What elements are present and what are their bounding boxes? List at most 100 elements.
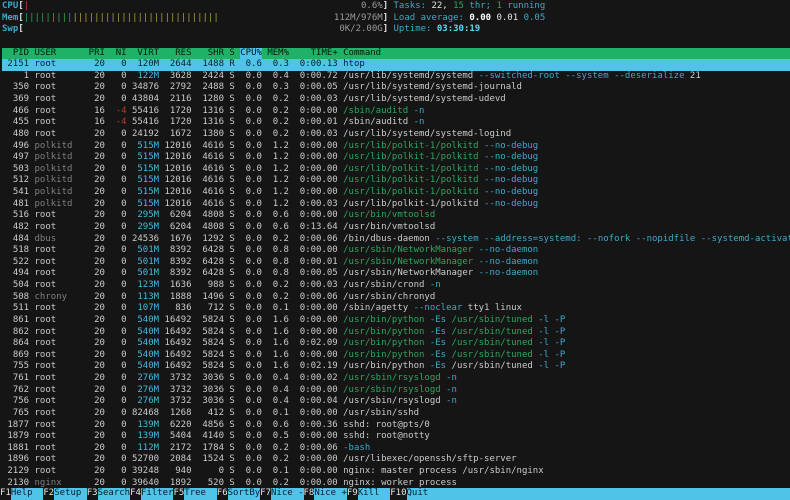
process-row[interactable]: 503 polkitd 20 0 515M 12016 4616 S 0.0 1.2 0:00.00… bbox=[2, 164, 790, 176]
column-header-virt[interactable]: VIRT bbox=[132, 48, 159, 60]
cell-res: 12016 bbox=[164, 163, 192, 174]
column-header-cmd[interactable]: Command bbox=[343, 48, 790, 60]
process-row[interactable]: 369 root 20 0 43804 2116 1280 S 0.0 0.2 0:00.03/us… bbox=[2, 94, 790, 106]
cell-command: /usr/lib/polkit-1/polkitd --no-debug bbox=[343, 175, 790, 187]
process-row[interactable]: 756 root 20 0 276M 3732 3036 S 0.0 0.4 0:00.04/usr… bbox=[2, 396, 790, 408]
cell-pri: 20 bbox=[94, 314, 105, 325]
cell-pri: 20 bbox=[94, 419, 105, 430]
process-row[interactable]: 494 root 20 0 501M 8392 6428 S 0.0 0.8 0:00.05/usr… bbox=[2, 268, 790, 280]
command-segment: -l -P bbox=[532, 349, 566, 360]
process-row[interactable]: 541 polkitd 20 0 515M 12016 4616 S 0.0 1.2 0:00.00… bbox=[2, 187, 790, 199]
process-row[interactable]: 2129 root 20 0 39248 940 0 S 0.0 0.1 0:00.00 nginx:… bbox=[2, 466, 790, 478]
column-header-s[interactable]: S bbox=[229, 48, 234, 60]
column-header-pid[interactable]: PID bbox=[2, 48, 29, 60]
cell-pid: 1896 bbox=[7, 454, 30, 465]
command-segment: /usr/bin/python bbox=[343, 314, 425, 325]
cell-shr: 5824 bbox=[202, 349, 225, 360]
cell-user: root bbox=[34, 396, 57, 407]
process-row[interactable]: 512 polkitd 20 0 515M 12016 4616 S 0.0 1.2 0:00.00… bbox=[2, 175, 790, 187]
cell-pri: 20 bbox=[94, 338, 105, 349]
fkey-label: Quit bbox=[406, 488, 429, 500]
cell-cpu: 0.0 bbox=[245, 152, 262, 163]
process-row[interactable]: 497 polkitd 20 0 515M 12016 4616 S 0.0 1.2 0:00.00… bbox=[2, 152, 790, 164]
fkey-setup[interactable]: F2 Setup bbox=[43, 488, 87, 500]
tasks-summary-text: thr; bbox=[463, 1, 497, 11]
process-row[interactable]: 1 root 20 0 122M 3628 2424 S 0.0 0.4 0:00.72/usr/l… bbox=[2, 71, 790, 83]
cell-user: root bbox=[34, 245, 57, 256]
cell-s: S bbox=[229, 128, 235, 139]
cell-pid: 508 bbox=[12, 291, 30, 302]
cell-command: /usr/bin/python -Es /usr/sbin/tuned -l -… bbox=[343, 315, 790, 327]
fkey-label: Tree bbox=[184, 488, 217, 500]
cell-res: 2116 bbox=[169, 94, 192, 104]
command-segment: nginx: master process /usr/sbin/nginx bbox=[343, 466, 544, 476]
process-row[interactable]: 755 root 20 0 540M 16492 5824 S 0.0 1.6 0:02.19/us… bbox=[2, 361, 790, 373]
cell-ni: 0 bbox=[121, 187, 127, 197]
column-header-res[interactable]: RES bbox=[164, 48, 191, 60]
fkey-filter[interactable]: F4 Filter bbox=[130, 488, 174, 500]
cell-command: /usr/sbin/sshd bbox=[343, 408, 790, 420]
process-row[interactable]: 1896 root 20 0 52700 2084 1524 S 0.0 0.2 0:00.00/u… bbox=[2, 454, 790, 466]
process-row[interactable]: 496 polkitd 20 0 515M 12016 4616 S 0.0 1.2 0:00.00… bbox=[2, 141, 790, 153]
process-row[interactable]: 765 root 20 0 82468 1268 412 S 0.0 0.1 0:00.00/usr… bbox=[2, 408, 790, 420]
process-row[interactable]: 864 root 20 0 540M 16492 5824 S 0.0 1.6 0:02.09/us… bbox=[2, 338, 790, 350]
fkey-nice-[interactable]: F7 Nice - bbox=[260, 488, 304, 500]
column-header-time[interactable]: TIME+ bbox=[294, 48, 338, 60]
fkey-kill[interactable]: F9 Kill bbox=[346, 488, 391, 500]
process-row[interactable]: 1881 root 20 0 112M 2172 1784 S 0.0 0.2 0:00.06 -ba… bbox=[2, 443, 790, 455]
process-row[interactable]: 869 root 20 0 540M 16492 5824 S 0.0 1.6 0:00.00/us… bbox=[2, 350, 790, 362]
process-row[interactable]: 455 root 16 -4 55416 1720 1316 S 0.0 0.2 0:00.01/s… bbox=[2, 117, 790, 129]
cell-time: 0:00.13 bbox=[299, 59, 338, 70]
process-row[interactable]: 861 root 20 0 540M 16492 5824 S 0.0 1.6 0:00.00/us… bbox=[2, 315, 790, 327]
cell-shr: 1524 bbox=[202, 454, 225, 465]
process-row[interactable]: 522 root 20 0 501M 8392 6428 S 0.0 0.8 0:00.01/usr… bbox=[2, 257, 790, 269]
fkey-nice-[interactable]: F8 Nice + bbox=[303, 488, 347, 500]
column-header-mem[interactable]: MEM% bbox=[267, 48, 289, 60]
process-row[interactable]: 2151 root 20 0 120M 2644 1488 R 0.6 0.3 0:00.13 hto… bbox=[2, 59, 790, 71]
cell-command: /usr/lib/systemd/systemd-journald bbox=[343, 82, 790, 94]
process-row[interactable]: 762 root 20 0 276M 3732 3036 S 0.0 0.4 0:00.00/usr… bbox=[2, 385, 790, 397]
cell-s: S bbox=[229, 268, 235, 279]
cell-cpu: 0.0 bbox=[245, 431, 262, 442]
process-row[interactable]: 761 root 20 0 276M 3732 3036 S 0.0 0.4 0:00.02/usr… bbox=[2, 373, 790, 385]
process-row[interactable]: 1877 root 20 0 139M 6220 4856 S 0.0 0.6 0:00.36 ssh… bbox=[2, 420, 790, 432]
cell-command: /usr/bin/vmtoolsd bbox=[343, 222, 790, 234]
fkey-tree[interactable]: F5 Tree bbox=[173, 488, 217, 500]
process-row[interactable]: 862 root 20 0 540M 16492 5824 S 0.0 1.6 0:00.00/us… bbox=[2, 327, 790, 339]
column-header-ni[interactable]: NI bbox=[110, 48, 127, 60]
fkey-label: Nice - bbox=[271, 488, 304, 500]
fkey-help[interactable]: F1 Help bbox=[0, 488, 44, 500]
process-row[interactable]: 480 root 20 0 24192 1672 1380 S 0.0 0.2 0:00.03/us… bbox=[2, 129, 790, 141]
cell-mem: 0.4 bbox=[272, 373, 289, 383]
fkey-search[interactable]: F3 Search bbox=[86, 488, 131, 500]
fkey-quit[interactable]: F10 Quit bbox=[390, 488, 429, 500]
column-header-pri[interactable]: PRI bbox=[89, 48, 105, 60]
tasks-summary-text: 15 bbox=[453, 1, 464, 11]
cell-command: /usr/sbin/rsyslogd -n bbox=[343, 396, 790, 408]
cell-ni: 0 bbox=[121, 94, 127, 104]
cell-shr: 3036 bbox=[202, 384, 225, 395]
fkey-sortby[interactable]: F6 SortBy bbox=[216, 488, 261, 500]
process-row[interactable]: 508 chrony 20 0 113M 1888 1496 S 0.0 0.2 0:00.06/u… bbox=[2, 292, 790, 304]
cell-virt: 501M bbox=[137, 256, 160, 267]
process-row[interactable]: 481 polkitd 20 0 515M 12016 4616 S 0.0 1.2 0:00.03… bbox=[2, 199, 790, 211]
column-header-shr[interactable]: SHR bbox=[197, 48, 224, 60]
process-row[interactable]: 482 root 20 0 295M 6204 4808 S 0.0 0.6 0:13.64/usr… bbox=[2, 222, 790, 234]
process-row[interactable]: 518 root 20 0 501M 8392 6428 S 0.0 0.8 0:00.00/usr… bbox=[2, 245, 790, 257]
process-row[interactable]: 511 root 20 0 107M 836 712 S 0.0 0.1 0:00.00/sbin/… bbox=[2, 303, 790, 315]
cell-pid: 522 bbox=[12, 256, 30, 267]
process-row[interactable]: 516 root 20 0 295M 6204 4808 S 0.0 0.6 0:00.00/usr… bbox=[2, 210, 790, 222]
command-segment: /usr/bin/python bbox=[343, 349, 425, 360]
process-row[interactable]: 1879 root 20 0 139M 5404 4140 S 0.0 0.5 0:00.00 ssh… bbox=[2, 431, 790, 443]
cell-user: root bbox=[34, 338, 57, 349]
process-row[interactable]: 466 root 16 -4 55416 1720 1316 S 0.0 0.2 0:00.00/s… bbox=[2, 106, 790, 118]
cell-virt: 501M bbox=[137, 268, 160, 279]
process-row[interactable]: 484 dbus 20 0 24536 1676 1292 S 0.0 0.2 0:00.06/bi… bbox=[2, 234, 790, 246]
column-header-user[interactable]: USER bbox=[34, 48, 83, 60]
process-row[interactable]: 504 root 20 0 123M 1636 988 S 0.0 0.2 0:00.03/usr/… bbox=[2, 280, 790, 292]
cell-pri: 20 bbox=[94, 70, 105, 81]
process-row[interactable]: 350 root 20 0 34876 2792 2488 S 0.0 0.3 0:00.05/us… bbox=[2, 82, 790, 94]
column-header-cpu[interactable]: CPU% bbox=[240, 47, 262, 60]
fkey-number: F4 bbox=[130, 488, 141, 500]
cell-pid: 869 bbox=[12, 349, 30, 360]
